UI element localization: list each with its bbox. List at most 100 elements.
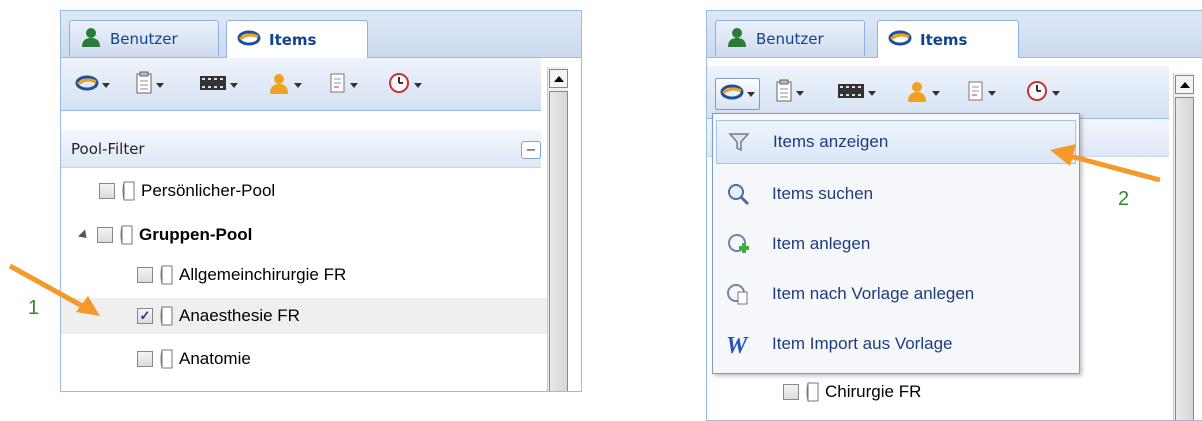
book-icon (159, 264, 175, 286)
clock-icon (1025, 79, 1049, 107)
pool-filter-label: Pool-Filter (71, 139, 145, 158)
tab-benutzer[interactable]: Benutzer (69, 20, 219, 56)
chevron-down-icon (350, 82, 358, 88)
checkbox[interactable] (783, 384, 799, 400)
vertical-scrollbar[interactable] (1173, 73, 1194, 420)
book-icon (159, 305, 175, 327)
chevron-down-icon (102, 82, 110, 88)
items-menu-icon (720, 83, 744, 105)
tab-label: Items (269, 30, 317, 49)
annotation-arrow-1 (8, 263, 100, 316)
user-button[interactable] (905, 82, 940, 104)
checkbox[interactable] (99, 183, 115, 199)
word-icon: W (724, 330, 752, 358)
chevron-down-icon (932, 90, 940, 96)
add-item-icon (724, 230, 752, 258)
filter-icon (725, 128, 753, 156)
tree-item-anatomie[interactable]: Anatomie (137, 341, 537, 377)
menu-item-label: Item anlegen (772, 234, 871, 253)
user-icon (80, 27, 102, 51)
items-menu-button[interactable] (75, 74, 110, 96)
chevron-down-icon (230, 82, 238, 88)
user-icon (905, 80, 929, 106)
tree-item-anaesthesie[interactable]: ✓ Anaesthesie FR (61, 298, 547, 334)
checkbox[interactable] (137, 351, 153, 367)
chevron-down-icon (988, 90, 996, 96)
chevron-down-icon (868, 90, 876, 96)
user-icon (267, 72, 291, 98)
book-icon (119, 224, 135, 246)
tree-item-persoenlicher-pool[interactable]: Persönlicher-Pool (99, 173, 539, 209)
document-button[interactable] (967, 81, 996, 104)
menu-item-items-suchen[interactable]: Items suchen (716, 172, 1076, 216)
checkbox[interactable] (97, 227, 113, 243)
chevron-down-icon (747, 91, 755, 97)
checkbox[interactable] (137, 267, 153, 283)
annotation-arrow-2 (1050, 144, 1161, 183)
film-icon (199, 74, 227, 96)
items-menu-button[interactable] (715, 78, 760, 110)
menu-item-items-anzeigen[interactable]: Items anzeigen (716, 120, 1076, 164)
tree-item-label: Anatomie (179, 349, 251, 368)
clipboard-icon (775, 79, 793, 107)
tab-benutzer[interactable]: Benutzer (715, 20, 865, 56)
items-icon (888, 29, 912, 51)
collapse-button[interactable]: − (521, 141, 541, 159)
scroll-thumb[interactable] (549, 91, 568, 391)
scroll-up-button[interactable] (549, 69, 568, 88)
menu-item-label: Item nach Vorlage anlegen (772, 284, 975, 303)
tree-item-label: Persönlicher-Pool (141, 181, 276, 200)
tree-item-allgemeinchirurgie[interactable]: Allgemeinchirurgie FR (137, 257, 537, 293)
chevron-down-icon (1052, 90, 1060, 96)
tab-label: Items (920, 30, 968, 49)
clock-icon (387, 71, 411, 99)
menu-item-label: Items suchen (772, 184, 874, 203)
expand-arrow-icon[interactable] (77, 228, 91, 242)
book-icon (805, 381, 821, 403)
chevron-down-icon (294, 82, 302, 88)
document-button[interactable] (329, 72, 358, 98)
magnifier-icon (724, 180, 752, 208)
book-icon (121, 180, 137, 202)
menu-item-item-nach-vorlage[interactable]: Item nach Vorlage anlegen (716, 272, 1076, 316)
user-button[interactable] (267, 74, 302, 96)
tab-label: Benutzer (756, 29, 824, 48)
menu-item-label: Item Import aus Vorlage (772, 334, 953, 353)
clock-button[interactable] (1025, 79, 1060, 107)
clipboard-button[interactable] (775, 79, 804, 107)
tab-items[interactable]: Items (877, 20, 1019, 58)
tree-item-label: Chirurgie FR (825, 382, 922, 401)
tab-strip: Benutzer Items (707, 11, 1202, 58)
tree-item-gruppen-pool[interactable]: Gruppen-Pool (77, 217, 539, 253)
chevron-down-icon (414, 82, 422, 88)
menu-item-item-import[interactable]: W Item Import aus Vorlage (716, 322, 1076, 366)
clock-button[interactable] (387, 71, 422, 99)
scroll-thumb[interactable] (1175, 97, 1194, 420)
items-dropdown-menu: Items anzeigen Items suchen Item anlegen… (712, 113, 1080, 374)
items-menu-icon (75, 74, 99, 96)
document-icon (329, 72, 347, 98)
checkbox-checked[interactable]: ✓ (137, 308, 153, 324)
tree-item-label: Allgemeinchirurgie FR (179, 265, 347, 284)
tab-label: Benutzer (110, 29, 178, 48)
clipboard-icon (135, 71, 153, 99)
tree-item-chirurgie[interactable]: Chirurgie FR (783, 375, 1163, 409)
tree-item-label: Anaesthesie FR (179, 306, 300, 325)
pool-filter-header: Pool-Filter (61, 130, 541, 168)
items-toolbar (707, 66, 1169, 119)
film-button[interactable] (837, 82, 876, 104)
svg-text:W: W (726, 333, 749, 356)
clipboard-button[interactable] (135, 71, 164, 99)
tab-items[interactable]: Items (226, 20, 368, 58)
chevron-down-icon (796, 90, 804, 96)
scroll-up-button[interactable] (1175, 75, 1194, 94)
tree-item-label: Gruppen-Pool (139, 225, 253, 244)
tab-strip: Benutzer Items (61, 11, 581, 58)
book-icon (159, 348, 175, 370)
items-toolbar (61, 58, 541, 111)
film-button[interactable] (199, 74, 238, 96)
menu-item-item-anlegen[interactable]: Item anlegen (716, 222, 1076, 266)
user-icon (726, 27, 748, 51)
left-items-panel: Benutzer Items Pool-Filter − Persönliche… (60, 10, 582, 392)
vertical-scrollbar[interactable] (547, 67, 568, 391)
